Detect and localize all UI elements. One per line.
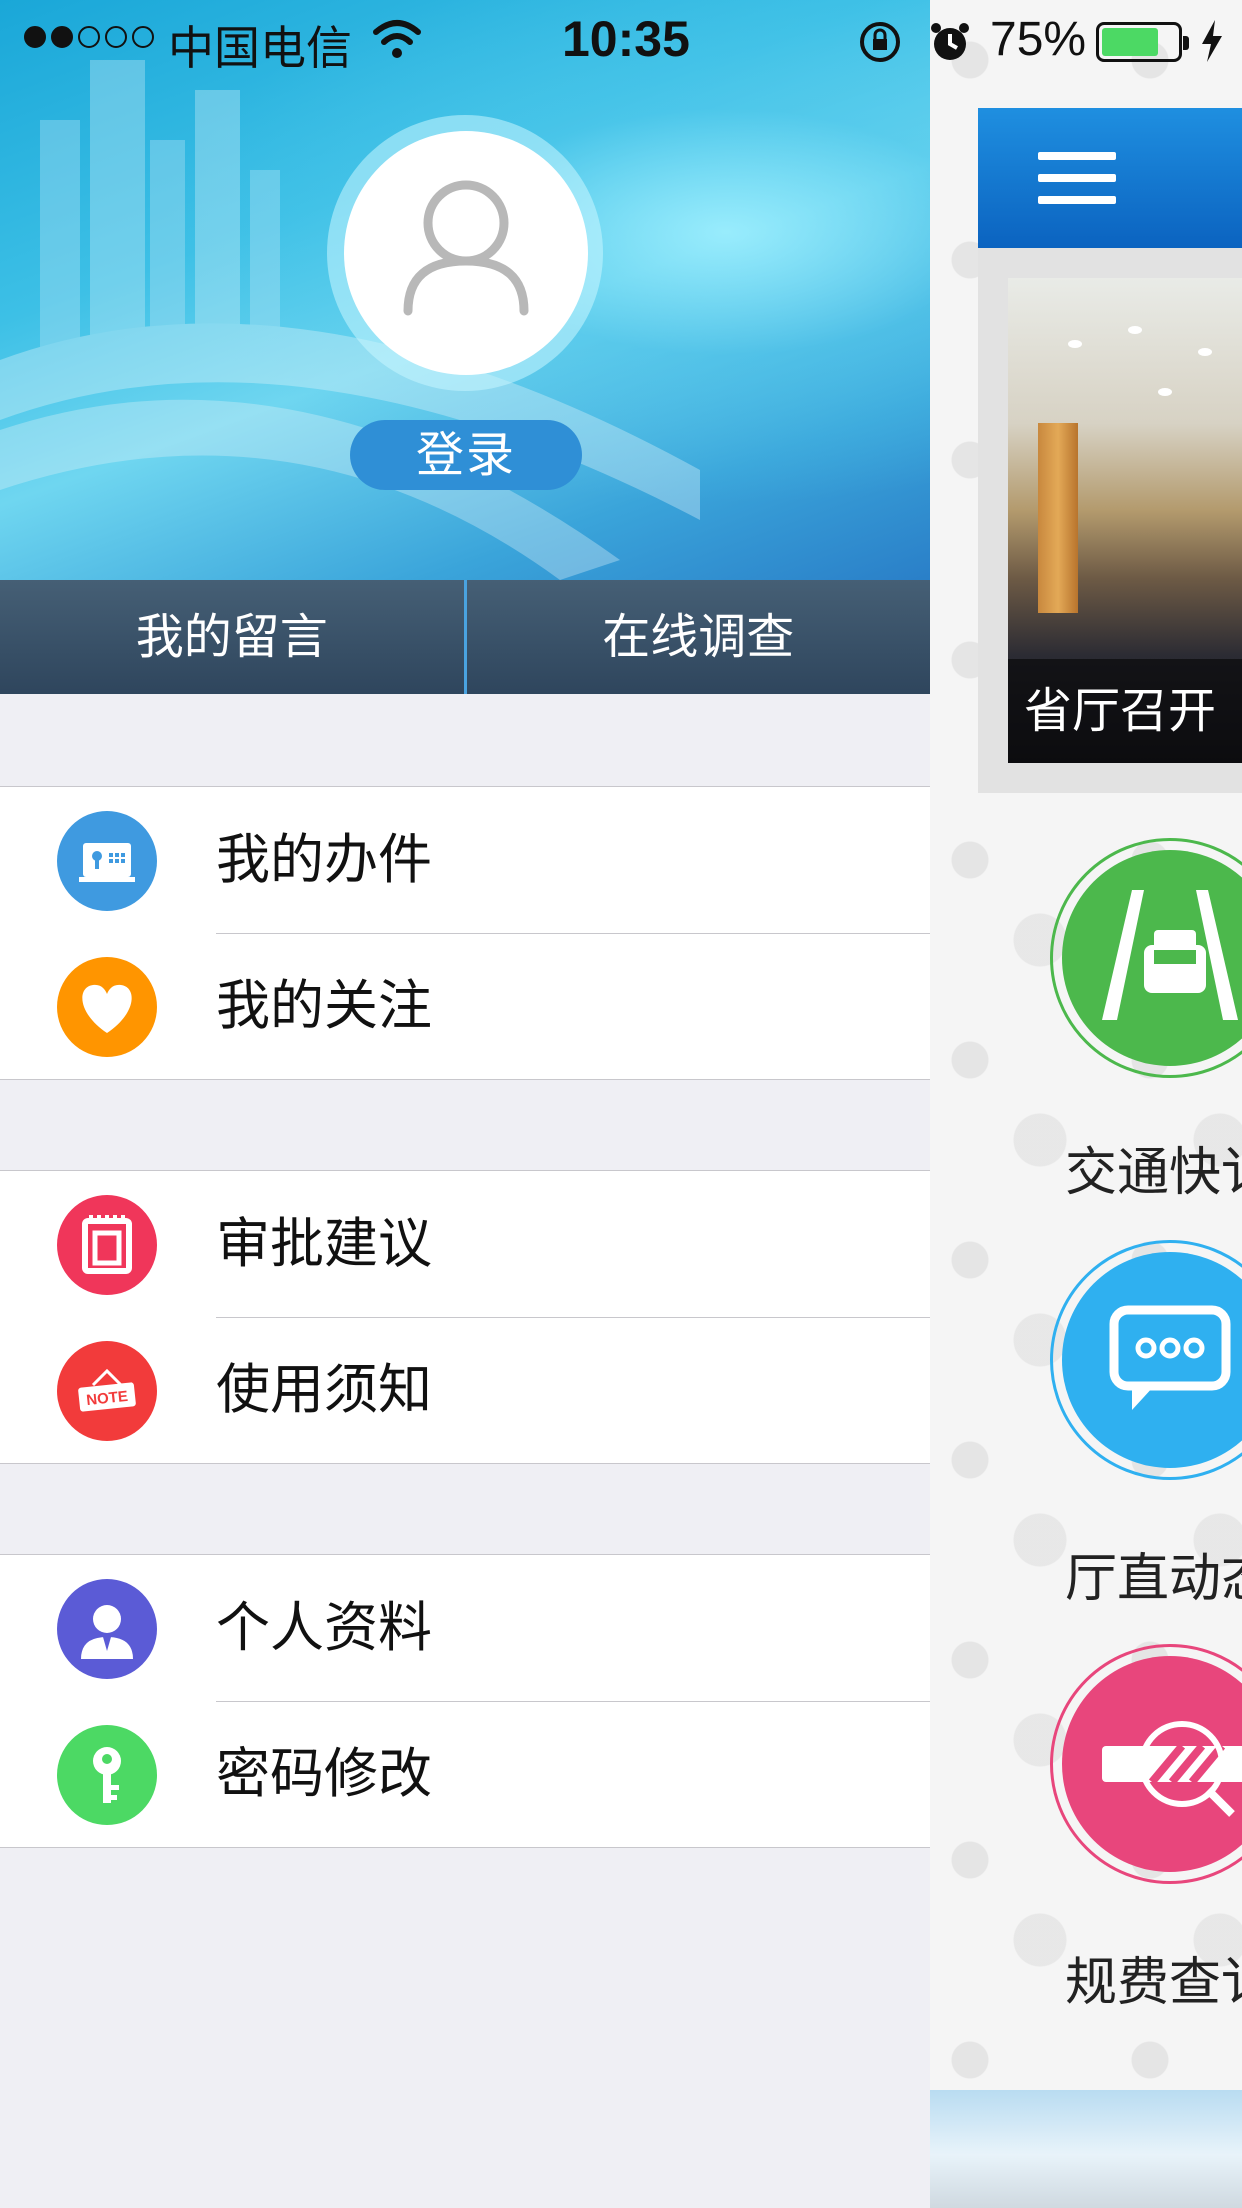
menu-item-label: 个人资料: [216, 1596, 432, 1659]
menu-item-label: 审批建议: [216, 1212, 432, 1275]
tab-my-messages[interactable]: 我的留言: [0, 580, 464, 694]
document-icon: [57, 1195, 157, 1295]
battery-percent: 75%: [990, 13, 1087, 66]
side-drawer: 登录 我的留言 在线调查 我的办件 我的关注 审批建议 NOTE 使用须知 个人…: [0, 0, 930, 2208]
status-bar: 中国电信 10:35 75%: [0, 0, 1242, 82]
charging-icon: [1202, 20, 1222, 62]
main-nav-bar: [978, 108, 1242, 248]
person-icon: [57, 1579, 157, 1679]
menu-item-approval-suggestions[interactable]: 审批建议: [0, 1171, 930, 1317]
drawer-header: 登录: [0, 0, 930, 580]
avatar[interactable]: [344, 131, 588, 375]
rotation-lock-icon: [860, 22, 900, 62]
signal-strength-icon: [24, 26, 154, 48]
menu-item-label: 我的关注: [216, 974, 432, 1037]
car-road-icon: [1062, 850, 1242, 1066]
menu-group-3: 个人资料 密码修改: [0, 1554, 930, 1848]
message-bubble-icon: [1062, 1252, 1242, 1468]
main-screen: 省厅召开 交通快讠 厅直动态: [930, 0, 1242, 2208]
fee-query-tile[interactable]: [1050, 1644, 1242, 1884]
menu-item-my-follows[interactable]: 我的关注: [0, 933, 930, 1079]
wifi-icon: [373, 20, 421, 58]
note-sign-icon: NOTE: [57, 1341, 157, 1441]
traffic-news-label: 交通快讠: [1065, 1143, 1242, 1203]
id-card-icon: [57, 811, 157, 911]
key-icon: [57, 1725, 157, 1825]
menu-icon[interactable]: [1038, 152, 1116, 204]
menu-item-label: 密码修改: [216, 1742, 432, 1805]
traffic-news-tile[interactable]: [1050, 838, 1242, 1078]
menu-group-2: 审批建议 NOTE 使用须知: [0, 1170, 930, 1464]
drawer-tabs: 我的留言 在线调查: [0, 580, 930, 694]
heart-icon: [57, 957, 157, 1057]
carrier-name: 中国电信: [168, 22, 352, 74]
battery-icon: [1096, 22, 1189, 62]
login-button[interactable]: 登录: [350, 420, 582, 490]
menu-item-personal-info[interactable]: 个人资料: [0, 1555, 930, 1701]
banner-caption: 省厅召开: [1008, 659, 1242, 763]
department-news-label: 厅直动态: [1065, 1549, 1242, 1609]
tab-online-survey[interactable]: 在线调查: [463, 580, 931, 694]
alarm-icon: [931, 23, 969, 60]
menu-item-label: 使用须知: [216, 1358, 432, 1421]
news-banner-image[interactable]: 省厅召开: [1008, 278, 1242, 763]
menu-item-my-applications[interactable]: 我的办件: [0, 787, 930, 933]
menu-item-change-password[interactable]: 密码修改: [0, 1701, 930, 1847]
menu-item-label: 我的办件: [216, 828, 432, 891]
status-time: 10:35: [562, 11, 690, 67]
news-banner[interactable]: 省厅召开: [978, 248, 1242, 793]
menu-item-usage-notice[interactable]: NOTE 使用须知: [0, 1317, 930, 1463]
menu-group-1: 我的办件 我的关注: [0, 786, 930, 1080]
footer-banner: [930, 2090, 1242, 2208]
no-fee-icon: [1062, 1656, 1242, 1872]
fee-query-label: 规费查讠: [1065, 1953, 1242, 2013]
department-news-tile[interactable]: [1050, 1240, 1242, 1480]
user-avatar-icon: [403, 180, 529, 316]
